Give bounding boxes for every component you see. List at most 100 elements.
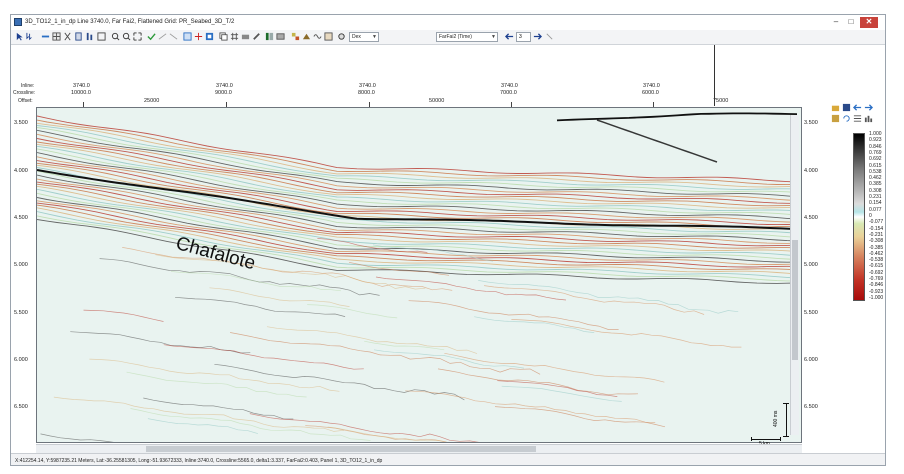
bars-icon[interactable] [85, 32, 94, 41]
edit-icon[interactable] [831, 114, 840, 123]
arrow-right-icon[interactable] [864, 103, 873, 112]
colorbar-label: -1.000 [869, 295, 884, 301]
horizon-icon[interactable] [41, 32, 50, 41]
close-button[interactable]: ✕ [860, 17, 878, 28]
display-combo[interactable]: Dex ▼ [349, 32, 379, 42]
offset-row-label: Offset: [18, 98, 33, 104]
print-icon[interactable] [241, 32, 250, 41]
colorbar-label: -0.154 [869, 225, 884, 232]
time-label-left: 6.000 [14, 357, 28, 363]
colorbar-label: -0.615 [869, 263, 884, 270]
crossline-tick: 10000.0 [71, 90, 91, 96]
tools-icon[interactable] [252, 32, 261, 41]
inline-tick: 3740.0 [501, 83, 518, 89]
copy-icon[interactable] [219, 32, 228, 41]
inline-tick: 3740.0 [216, 83, 233, 89]
multi-select-icon[interactable] [26, 32, 35, 41]
crossline-tick: 6000.0 [642, 90, 659, 96]
scale-tick [783, 436, 789, 437]
colorbar-label: -0.692 [869, 269, 884, 276]
display-icon[interactable] [302, 32, 311, 41]
zoom-out-icon[interactable] [122, 32, 131, 41]
inline-tick: 3740.0 [73, 83, 90, 89]
wiggle-icon[interactable] [313, 32, 322, 41]
fit-icon[interactable] [97, 32, 106, 41]
vertical-scale-label: 400 ms [773, 410, 779, 427]
vertical-scrollbar[interactable] [790, 115, 799, 435]
folder-icon[interactable] [831, 103, 840, 112]
colorbar-label: 0.231 [869, 194, 882, 201]
arrow-left-icon[interactable] [505, 32, 514, 41]
map-icon[interactable] [205, 32, 214, 41]
colorbar-label: 0.923 [869, 137, 882, 144]
time-label-right: 4.500 [804, 215, 818, 221]
check-icon[interactable] [147, 32, 156, 41]
colorbar-label: 0.154 [869, 200, 882, 207]
right-panel: 1.000 0.923 0.846 0.769 0.692 0.615 0.538 0.462… [829, 85, 885, 455]
pointer-icon[interactable] [15, 32, 24, 41]
step-input[interactable]: 3 [516, 32, 531, 42]
axis-header: Inline: Crossline: Offset: 3740.0 10000.… [11, 45, 885, 107]
seismic-image [37, 108, 801, 442]
display-combo-value: Dex [352, 34, 361, 40]
vertical-scale-bar [786, 403, 787, 437]
grid-icon[interactable] [52, 32, 61, 41]
flag-icon[interactable] [74, 32, 83, 41]
window-title: 3D_TO12_1_in_dp Line 3740.0, Far Fai2, F… [25, 19, 235, 25]
offset-tick: 25000 [144, 98, 160, 104]
palette-icon[interactable] [265, 32, 274, 41]
time-label-left: 5.500 [14, 310, 28, 316]
reset-icon[interactable] [545, 32, 554, 41]
minimize-button[interactable]: – [829, 17, 843, 28]
colorbar-label: 0 [869, 213, 872, 219]
horizontal-scroll-thumb[interactable] [146, 446, 536, 452]
vertical-scroll-thumb[interactable] [792, 240, 798, 360]
title-bar: 3D_TO12_1_in_dp Line 3740.0, Far Fai2, F… [11, 15, 885, 31]
seismic-viewer-window: 3D_TO12_1_in_dp Line 3740.0, Far Fai2, F… [10, 14, 886, 466]
inline-row-label: Inline: [21, 83, 35, 89]
status-bar: X:412254.14, Y:5987235.21 Meters, Lat:-3… [11, 453, 885, 465]
crossline-tick: 8000.0 [358, 90, 375, 96]
zoom-extent-icon[interactable] [133, 32, 142, 41]
settings-icon[interactable] [337, 32, 346, 41]
link-icon[interactable] [230, 32, 239, 41]
colorbar-label: 0.538 [869, 168, 882, 175]
colorbar-label: -0.769 [869, 276, 884, 283]
color-icon[interactable] [291, 32, 300, 41]
maximize-button[interactable]: □ [844, 17, 858, 28]
offset-tick: 75000 [713, 98, 729, 104]
save-icon[interactable] [842, 103, 851, 112]
layer-icon[interactable] [276, 32, 285, 41]
inline-tick: 3740.0 [643, 83, 660, 89]
colorbar-label: 1.000 [869, 131, 882, 137]
time-label-right: 5.500 [804, 310, 818, 316]
horizontal-scale-bar [751, 439, 781, 440]
dataset-combo[interactable]: FarFai2 (Time) ▼ [436, 32, 498, 42]
horizontal-scrollbar[interactable] [36, 444, 802, 453]
scale-tick [780, 437, 781, 441]
colorbar-label: -0.462 [869, 250, 884, 257]
colorbar [853, 133, 865, 301]
list-icon[interactable] [853, 114, 862, 123]
line-a-icon[interactable] [158, 32, 167, 41]
colorbar-label: 0.769 [869, 149, 882, 156]
pick-icon[interactable] [183, 32, 192, 41]
arrow-right-icon[interactable] [533, 32, 542, 41]
arrow-left-icon[interactable] [853, 103, 862, 112]
image-icon[interactable] [324, 32, 333, 41]
colorbar-label: 0.692 [869, 156, 882, 163]
crossline-row-label: Crossline: [13, 90, 36, 96]
undo-icon[interactable] [842, 114, 851, 123]
histogram-icon[interactable] [864, 114, 873, 123]
crossline-tick: 9000.0 [215, 90, 232, 96]
seismic-section[interactable] [36, 107, 802, 443]
line-b-icon[interactable] [169, 32, 178, 41]
time-label-left: 4.500 [14, 215, 28, 221]
crosshair-icon[interactable] [194, 32, 203, 41]
time-label-left: 6.500 [14, 404, 28, 410]
colorbar-label: -0.538 [869, 257, 884, 264]
time-label-left: 3.500 [14, 120, 28, 126]
time-label-right: 6.000 [804, 357, 818, 363]
trace-icon[interactable] [63, 32, 72, 41]
zoom-in-icon[interactable] [111, 32, 120, 41]
